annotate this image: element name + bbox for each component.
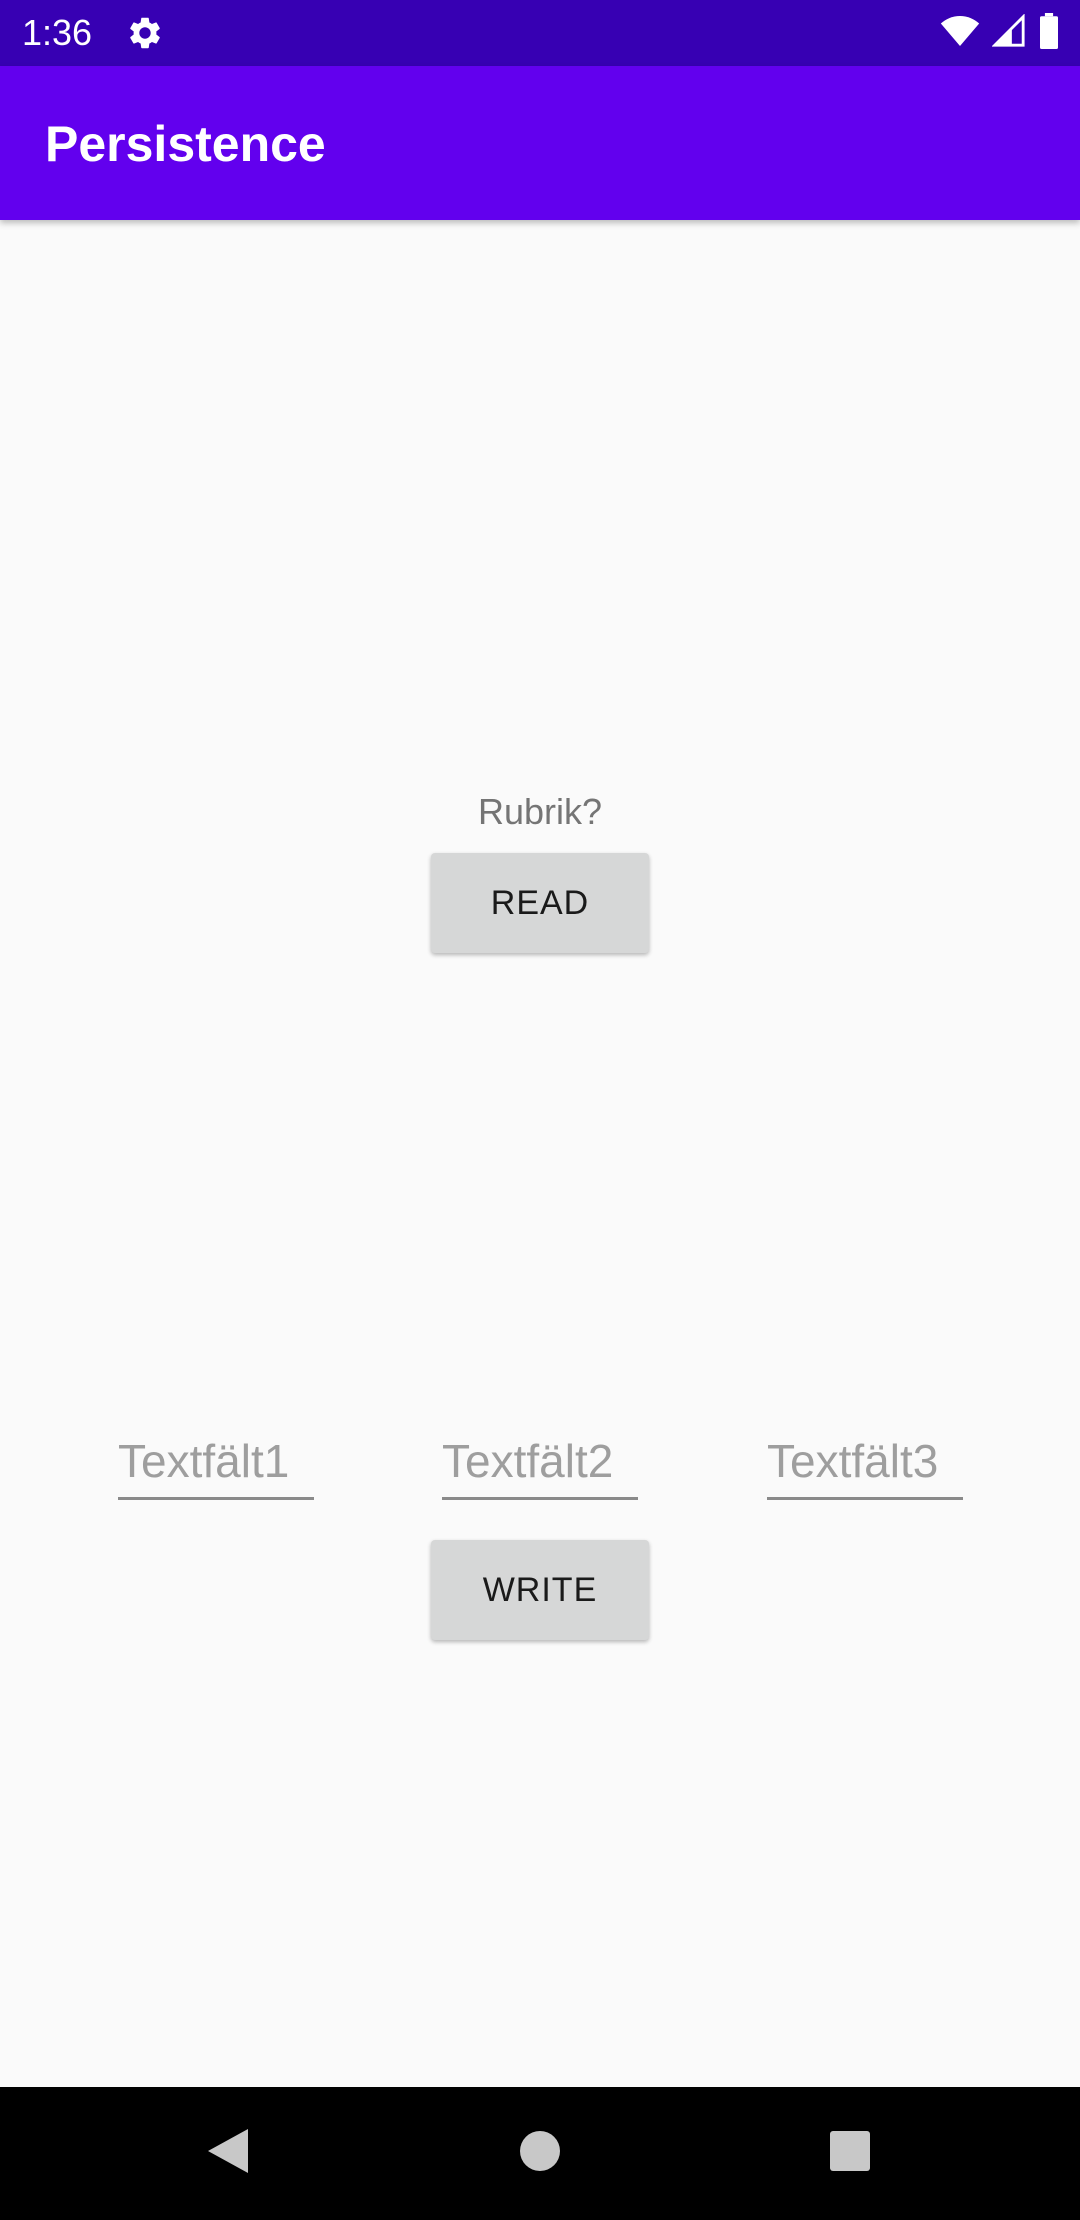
battery-icon	[1038, 12, 1060, 54]
recents-icon	[829, 2130, 871, 2177]
heading-label: Rubrik?	[477, 791, 603, 832]
signal-icon	[991, 12, 1026, 53]
status-bar: 1:36	[0, 0, 1080, 66]
status-icons	[940, 12, 1060, 54]
read-button[interactable]: READ	[431, 853, 649, 953]
home-button[interactable]	[470, 2087, 610, 2220]
text-field-1[interactable]	[118, 1428, 314, 1500]
status-time: 1:36	[22, 12, 93, 53]
text-field-2[interactable]	[442, 1428, 638, 1500]
home-icon	[518, 2129, 562, 2178]
screen: 1:36 Persistence Rubrik? READ Textfält1 …	[0, 0, 1080, 2220]
navigation-bar	[0, 2087, 1080, 2220]
back-button[interactable]	[158, 2087, 298, 2220]
app-title: Persistence	[45, 116, 326, 172]
back-icon	[206, 2127, 250, 2180]
settings-gear-icon	[126, 14, 164, 52]
app-bar: Persistence	[0, 66, 1080, 220]
recents-button[interactable]	[780, 2087, 920, 2220]
write-button[interactable]: WRITE	[431, 1540, 649, 1640]
wifi-icon	[940, 14, 980, 53]
text-field-3[interactable]	[767, 1428, 963, 1500]
